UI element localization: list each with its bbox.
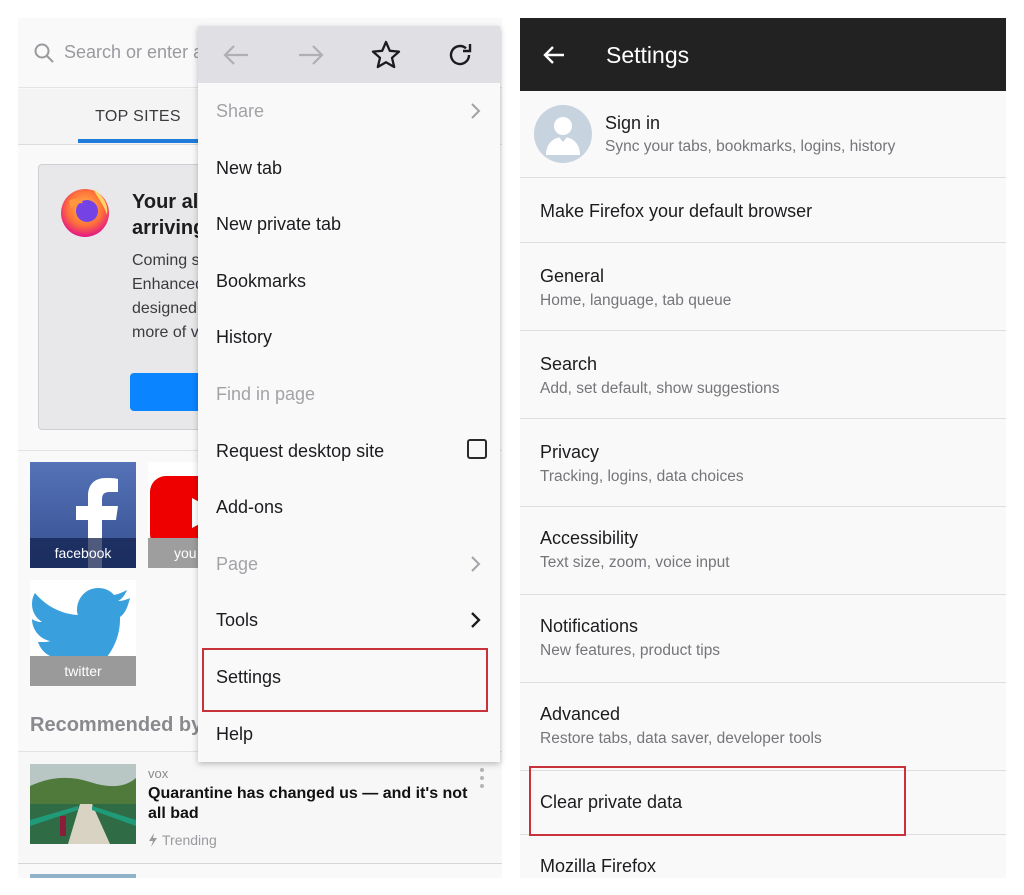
settings-row-subtitle: Text size, zoom, voice input <box>540 554 730 571</box>
settings-row-subtitle: Sync your tabs, bookmarks, logins, histo… <box>605 138 896 155</box>
clear-private-data-highlight-box <box>529 766 906 836</box>
back-arrow-icon[interactable] <box>542 44 566 66</box>
page-title: Settings <box>606 42 690 68</box>
back-arrow-icon <box>223 45 248 65</box>
menu-item-new-tab[interactable]: New tab <box>198 140 500 196</box>
settings-row-advanced[interactable]: Advanced Restore tabs, data saver, devel… <box>520 684 1006 771</box>
user-icon <box>546 117 580 155</box>
settings-row-general[interactable]: General Home, language, tab queue <box>520 244 1006 331</box>
settings-row-title: Sign in <box>605 113 661 133</box>
menu-item-help[interactable]: Help <box>198 706 500 762</box>
forward-button[interactable] <box>295 39 327 71</box>
lightning-icon <box>149 833 157 847</box>
chevron-right-icon <box>471 556 481 572</box>
story-source: vox <box>148 766 169 781</box>
settings-row-accessibility[interactable]: Accessibility Text size, zoom, voice inp… <box>520 508 1006 595</box>
top-site-twitter[interactable]: twitter <box>30 580 136 686</box>
promo-title: Your al arriving <box>132 191 206 239</box>
menu-item-label: New tab <box>216 157 283 178</box>
top-site-facebook[interactable]: facebook <box>30 462 136 568</box>
menu-item-label: Page <box>216 553 259 574</box>
bookmark-button[interactable] <box>370 39 402 71</box>
menu-item-new-private-tab[interactable]: New private tab <box>198 196 500 252</box>
menu-item-request-desktop-site[interactable]: Request desktop site <box>198 423 500 479</box>
settings-row-title: General <box>540 266 605 286</box>
star-bookmark-icon <box>371 40 401 69</box>
tab-top-sites[interactable]: TOP SITES <box>78 89 198 145</box>
menu-item-label: Share <box>216 100 265 121</box>
app-bar: Settings <box>520 18 1006 91</box>
settings-row-subtitle: New features, product tips <box>540 642 721 659</box>
story-thumbnail <box>30 764 136 844</box>
story-headline[interactable]: Quarantine has changed us — and it's not… <box>148 784 468 824</box>
settings-highlight-box <box>202 648 488 712</box>
active-tab-indicator <box>78 139 208 143</box>
settings-row-sign-in[interactable]: Sign in Sync your tabs, bookmarks, login… <box>520 91 1006 178</box>
story-card[interactable]: vox Quarantine has changed us — and it's… <box>18 752 502 862</box>
avatar <box>534 105 592 163</box>
settings-row-subtitle: Restore tabs, data saver, developer tool… <box>540 730 822 747</box>
menu-item-bookmarks[interactable]: Bookmarks <box>198 253 500 309</box>
settings-row-subtitle: Tracking, logins, data choices <box>540 468 744 485</box>
settings-row-title: Make Firefox your default browser <box>540 201 813 221</box>
menu-item-page[interactable]: Page <box>198 536 500 592</box>
menu-item-add-ons[interactable]: Add-ons <box>198 479 500 535</box>
settings-row-title: Privacy <box>540 442 600 462</box>
reload-icon <box>449 44 472 66</box>
settings-row-title: Search <box>540 354 598 374</box>
settings-row-title: Notifications <box>540 616 639 636</box>
story-tag: Trending <box>148 832 217 848</box>
reload-button[interactable] <box>444 39 476 71</box>
menu-item-label: Tools <box>216 609 259 630</box>
back-button[interactable] <box>220 39 252 71</box>
menu-item-tools[interactable]: Tools <box>198 592 500 648</box>
menu-item-history[interactable]: History <box>198 309 500 365</box>
promo-body: Coming s Enhanced designed more of v <box>132 252 205 341</box>
menu-item-share[interactable]: Share <box>198 83 500 139</box>
settings-row-title: Accessibility <box>540 528 639 548</box>
more-options-icon[interactable] <box>478 766 486 790</box>
menu-item-label: Request desktop site <box>216 440 385 461</box>
menu-toolbar <box>198 26 500 83</box>
settings-row-subtitle: Home, language, tab queue <box>540 292 732 309</box>
divider <box>18 863 502 864</box>
menu-item-label: Find in page <box>216 383 316 404</box>
menu-item-label: Help <box>216 723 254 744</box>
menu-item-label: History <box>216 326 273 347</box>
menu-item-label: New private tab <box>216 213 342 234</box>
story-tag-label: Trending <box>162 832 217 848</box>
settings-row-default-browser[interactable]: Make Firefox your default browser <box>520 179 1006 243</box>
settings-row-subtitle: Add, set default, show suggestions <box>540 380 780 397</box>
settings-row-mozilla-firefox[interactable]: Mozilla Firefox <box>520 836 1006 878</box>
story-thumbnail <box>30 874 136 878</box>
settings-row-search[interactable]: Search Add, set default, show suggestion… <box>520 332 1006 419</box>
chevron-right-icon <box>471 612 481 628</box>
url-bar-placeholder: Search or enter a <box>64 42 204 62</box>
forward-arrow-icon <box>299 45 324 65</box>
settings-row-notifications[interactable]: Notifications New features, product tips <box>520 596 1006 683</box>
settings-row-title: Advanced <box>540 704 621 724</box>
firefox-logo <box>61 189 109 237</box>
settings-row-title: Mozilla Firefox <box>540 856 657 876</box>
menu-item-find-in-page[interactable]: Find in page <box>198 366 500 422</box>
overflow-menu: Share New tab New private tab Bookmarks … <box>198 26 500 762</box>
menu-item-label: Bookmarks <box>216 270 307 291</box>
menu-item-label: Add-ons <box>216 496 284 517</box>
recommended-heading: Recommended by <box>30 714 203 736</box>
search-icon <box>34 43 54 63</box>
settings-screen: Settings Sign in Sync your tabs, bookmar… <box>520 18 1006 878</box>
desktop-site-checkbox[interactable] <box>467 439 487 459</box>
settings-row-privacy[interactable]: Privacy Tracking, logins, data choices <box>520 420 1006 507</box>
top-site-label: twitter <box>30 656 136 686</box>
top-site-label: facebook <box>30 538 136 568</box>
chevron-right-icon <box>471 103 481 119</box>
